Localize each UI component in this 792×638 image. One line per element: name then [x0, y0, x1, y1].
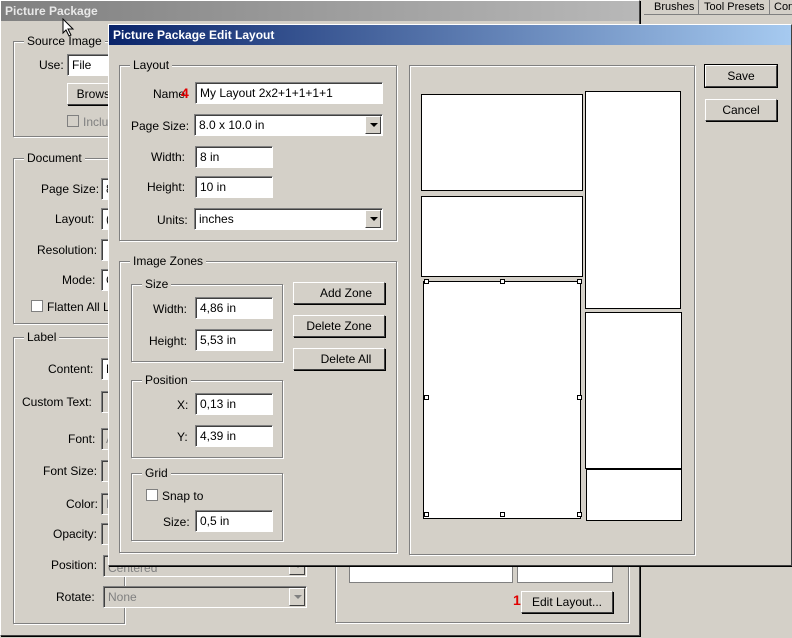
- layout-units-value: inches: [199, 212, 234, 226]
- image-zones-legend: Image Zones: [130, 254, 207, 268]
- edit-layout-button[interactable]: Edit Layout...: [521, 591, 613, 613]
- zone-size-legend: Size: [142, 277, 172, 291]
- delete-all-button[interactable]: Delete All: [293, 348, 385, 370]
- resize-handle-e[interactable]: [577, 395, 582, 400]
- add-zone-button[interactable]: Add Zone: [293, 282, 385, 304]
- opacity-label: Opacity:: [53, 527, 98, 541]
- zone-y-label: Y:: [177, 430, 188, 444]
- layout-width-input[interactable]: 8 in: [195, 146, 273, 168]
- zone-width-input[interactable]: 4,86 in: [195, 297, 273, 319]
- grid-size-input[interactable]: 0,5 in: [195, 510, 273, 532]
- snap-to-checkbox[interactable]: [146, 489, 158, 501]
- layout-page-size-select[interactable]: 8.0 x 10.0 in: [194, 114, 383, 136]
- flatten-checkbox[interactable]: [31, 300, 43, 312]
- layout-units-label: Units:: [157, 213, 188, 227]
- units-dropdown-icon[interactable]: [365, 210, 381, 228]
- zone-x-label: X:: [177, 398, 189, 412]
- edit-layout-dialog: Picture Package Edit Layout Layout Name …: [108, 24, 792, 566]
- resize-handle-s[interactable]: [500, 512, 505, 517]
- doc-resolution-label: Resolution:: [37, 243, 98, 257]
- image-zone-4[interactable]: [585, 312, 682, 469]
- rotate-select[interactable]: None: [103, 586, 307, 608]
- tab-brushes[interactable]: Brushes: [650, 0, 700, 14]
- edit-layout-dialog-title: Picture Package Edit Layout: [109, 25, 791, 45]
- tab-tool-presets[interactable]: Tool Presets: [700, 0, 770, 14]
- doc-mode-label: Mode:: [62, 273, 96, 287]
- grid-size-label: Size:: [163, 515, 190, 529]
- custom-text-label: Custom Text:: [22, 395, 92, 409]
- zone-x-input[interactable]: 0,13 in: [195, 393, 273, 415]
- tab-con[interactable]: Con: [770, 0, 792, 14]
- zone-position-legend: Position: [142, 373, 191, 387]
- resize-handle-ne[interactable]: [577, 279, 582, 284]
- save-button[interactable]: Save: [704, 64, 778, 88]
- resize-handle-nw[interactable]: [424, 279, 429, 284]
- layout-page-size-value: 8.0 x 10.0 in: [199, 118, 265, 132]
- rotate-label: Rotate:: [56, 590, 95, 604]
- layout-height-input[interactable]: 10 in: [195, 176, 273, 198]
- resize-handle-sw[interactable]: [424, 512, 429, 517]
- font-label: Font:: [68, 432, 96, 446]
- page-size-dropdown-icon[interactable]: [365, 116, 381, 134]
- delete-zone-button[interactable]: Delete Zone: [293, 315, 385, 337]
- delete-all-label: Delete All: [320, 352, 372, 366]
- zone-height-label: Height:: [149, 334, 188, 348]
- include-checkbox[interactable]: [67, 115, 79, 127]
- layout-height-label: Height:: [147, 180, 186, 194]
- doc-page-size-label: Page Size:: [41, 182, 100, 196]
- picture-package-title: Picture Package: [1, 1, 639, 21]
- include-label: Inclu: [83, 115, 109, 129]
- zone-width-label: Width:: [153, 302, 188, 316]
- snap-to-label: Snap to: [162, 489, 204, 503]
- position-label: Position:: [51, 558, 98, 572]
- layout-width-label: Width:: [151, 150, 186, 164]
- cancel-label: Cancel: [722, 103, 760, 117]
- delete-zone-label: Delete Zone: [306, 319, 372, 333]
- image-zone-5[interactable]: [586, 469, 682, 521]
- add-zone-label: Add Zone: [319, 286, 373, 300]
- mouse-pointer-icon: [62, 18, 75, 37]
- name-step-number: 4: [181, 85, 189, 101]
- image-zone-3[interactable]: [585, 91, 681, 309]
- zone-y-input[interactable]: 4,39 in: [195, 425, 273, 447]
- edit-layout-label: Edit Layout...: [531, 595, 603, 609]
- layout-name-input[interactable]: My Layout 2x2+1+1+1+1: [195, 82, 383, 104]
- doc-layout-label: Layout:: [55, 212, 95, 226]
- palette-tab-bar: Brushes Tool Presets Con: [644, 0, 792, 15]
- layout-legend: Layout: [130, 58, 173, 72]
- grid-legend: Grid: [142, 466, 171, 480]
- preview-thumb-2: [517, 563, 613, 583]
- image-zone-1[interactable]: [421, 94, 583, 191]
- rotate-dropdown-icon[interactable]: [289, 588, 305, 606]
- use-select[interactable]: File: [67, 54, 113, 76]
- layout-page-size-label: Page Size:: [131, 119, 190, 133]
- preview-thumb-1: [349, 563, 513, 583]
- resize-handle-w[interactable]: [424, 395, 429, 400]
- edit-layout-step-number: 1: [513, 592, 521, 608]
- flatten-label: Flatten All L: [47, 300, 110, 314]
- resize-handle-se[interactable]: [577, 512, 582, 517]
- cancel-button[interactable]: Cancel: [705, 99, 777, 121]
- zone-height-input[interactable]: 5,53 in: [195, 329, 273, 351]
- resize-handle-n[interactable]: [500, 279, 505, 284]
- font-size-label: Font Size:: [43, 464, 98, 478]
- image-zone-2[interactable]: [421, 196, 583, 277]
- color-label: Color:: [66, 497, 99, 511]
- image-zone-selected[interactable]: [423, 281, 581, 519]
- document-legend: Document: [24, 151, 85, 165]
- save-label: Save: [727, 69, 755, 83]
- content-label: Content:: [48, 362, 94, 376]
- browse-button[interactable]: Brows: [67, 83, 113, 105]
- label-legend: Label: [24, 330, 60, 344]
- use-label: Use:: [39, 58, 64, 72]
- layout-units-select[interactable]: inches: [194, 208, 383, 230]
